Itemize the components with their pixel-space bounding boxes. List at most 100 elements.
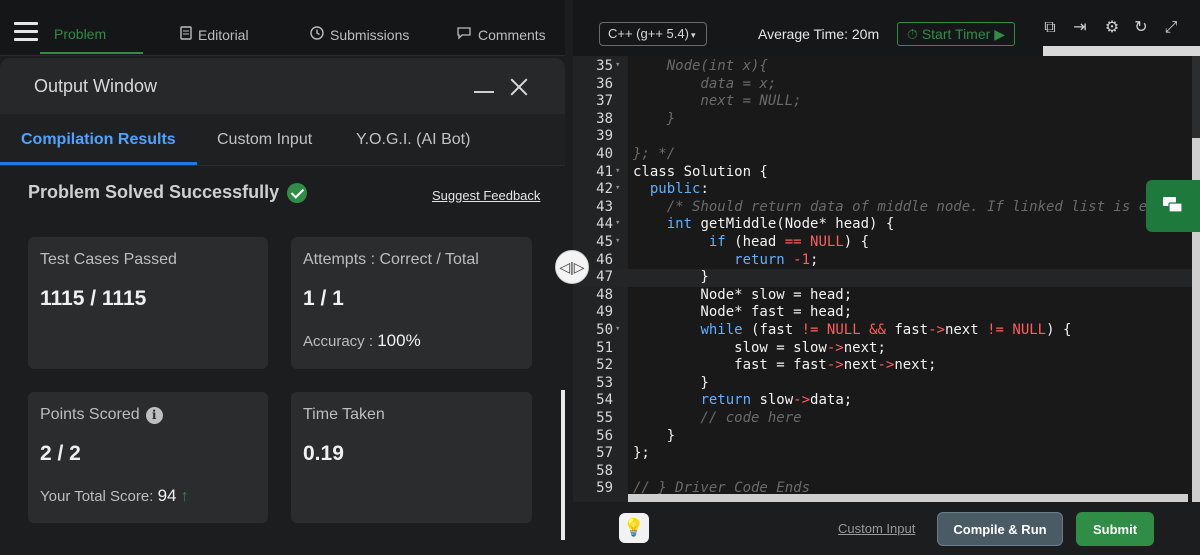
fold-arrow-icon[interactable]: ▾: [615, 218, 620, 228]
tab-problem[interactable]: Problem: [54, 26, 106, 42]
info-icon[interactable]: i: [145, 406, 163, 424]
points-label: Points Scored: [40, 406, 140, 423]
code-line[interactable]: 51 slow = slow->next;: [573, 340, 1200, 358]
document-icon: [180, 26, 192, 43]
code-line[interactable]: 55 // code here: [573, 410, 1200, 428]
start-timer-label: Start Timer: [921, 26, 991, 42]
code-line[interactable]: 43 /* Should return data of middle node.…: [573, 199, 1200, 217]
gear-icon[interactable]: ⚙: [1102, 18, 1122, 38]
points-value: 2 / 2: [40, 442, 81, 465]
export-icon[interactable]: ⇥: [1070, 18, 1090, 38]
code-text: /* Should return data of middle node. If…: [633, 198, 1148, 215]
line-number: 49: [596, 304, 613, 321]
code-line[interactable]: 56 }: [573, 428, 1200, 446]
line-number: 54: [596, 392, 613, 409]
code-text: next = NULL;: [633, 93, 802, 110]
code-text: fast = fast->next->next;: [633, 357, 937, 374]
problem-nav: Problem Editorial Submissions Comments: [0, 0, 565, 56]
tab-submissions[interactable]: Submissions: [310, 26, 409, 43]
language-select[interactable]: C++ (g++ 5.4) ▾: [599, 22, 707, 46]
code-line[interactable]: 58: [573, 463, 1200, 481]
code-text: Node(int x){: [633, 58, 768, 74]
custom-input-link[interactable]: Custom Input: [838, 521, 915, 536]
chevron-down-icon: ▾: [690, 30, 696, 40]
code-line[interactable]: 38 }: [573, 111, 1200, 129]
lightbulb-icon[interactable]: 💡: [619, 513, 649, 543]
code-line[interactable]: 50 ▾ while (fast != NULL && fast->next !=…: [573, 322, 1200, 340]
editor-vertical-scrollbar[interactable]: [1192, 56, 1200, 502]
line-number: 36: [596, 75, 613, 92]
total-score-label: Your Total Score:: [40, 488, 154, 505]
code-line[interactable]: 40}; */: [573, 146, 1200, 164]
start-timer-button[interactable]: ⏱ Start Timer ▶: [897, 22, 1015, 46]
fold-arrow-icon[interactable]: ▾: [615, 166, 620, 176]
accuracy-row: Accuracy : 100%: [303, 331, 421, 351]
fullscreen-icon[interactable]: ⤢: [1161, 18, 1181, 38]
editor-toolbar: C++ (g++ 5.4) ▾ Average Time: 20m ⏱ Start…: [573, 0, 1200, 56]
tab-comments[interactable]: Comments: [456, 26, 546, 43]
fold-arrow-icon[interactable]: ▾: [615, 236, 620, 246]
code-line[interactable]: 48 Node* slow = head;: [573, 287, 1200, 305]
code-line[interactable]: 36 data = x;: [573, 76, 1200, 94]
close-icon[interactable]: [506, 74, 532, 100]
app-root: Problem Editorial Submissions Comments O…: [0, 0, 1200, 555]
tab-custom-input[interactable]: Custom Input: [217, 131, 312, 149]
hamburger-menu-icon[interactable]: [14, 22, 38, 42]
tab-problem-label: Problem: [54, 26, 107, 42]
code-text: data = x;: [633, 75, 777, 92]
editor-horizontal-scrollbar[interactable]: [628, 494, 1188, 502]
code-line[interactable]: 52 fast = fast->next->next;: [573, 357, 1200, 375]
code-line[interactable]: 41 ▾ class Solution {: [573, 164, 1200, 182]
code-text: class Solution {: [633, 163, 768, 180]
toolbar-strip: [1043, 46, 1200, 56]
left-scrollbar[interactable]: [561, 390, 565, 540]
code-line[interactable]: 37 next = NULL;: [573, 93, 1200, 111]
success-heading: Problem Solved Successfully: [28, 182, 308, 203]
resize-handle-icon[interactable]: ◁|▷: [555, 250, 589, 284]
code-text: int getMiddle(Node* head) {: [666, 216, 895, 233]
compile-run-button[interactable]: Compile & Run: [937, 512, 1063, 546]
fold-arrow-icon[interactable]: ▾: [615, 60, 620, 70]
submit-button[interactable]: Submit: [1076, 512, 1154, 546]
average-time: Average Time: 20m: [758, 26, 880, 42]
check-circle-icon: [287, 182, 308, 203]
code-line[interactable]: 47 }: [573, 269, 1200, 287]
tab-compilation-results[interactable]: Compilation Results: [21, 131, 176, 149]
code-line[interactable]: 54 return slow->data;: [573, 392, 1200, 410]
reset-icon[interactable]: ↻: [1131, 18, 1151, 38]
output-tab-indicator: [0, 162, 197, 165]
code-line[interactable]: 57};: [573, 445, 1200, 463]
fold-arrow-icon[interactable]: ▾: [615, 183, 620, 193]
code-line[interactable]: 53 }: [573, 375, 1200, 393]
tab-yogi-ai-bot[interactable]: Y.O.G.I. (AI Bot): [356, 131, 470, 149]
fold-arrow-icon[interactable]: ▾: [615, 324, 620, 334]
editor-bottom-bar: 💡 Custom Input Compile & Run Submit: [573, 502, 1200, 555]
test-cases-label: Test Cases Passed: [40, 251, 177, 268]
code-line[interactable]: 42 ▾ public:: [573, 181, 1200, 199]
code-line[interactable]: 35 ▾ Node(int x){: [573, 58, 1200, 76]
code-text: if (head == NULL) {: [708, 234, 870, 250]
left-pane: Problem Editorial Submissions Comments O…: [0, 0, 565, 555]
code-text: slow = slow->next;: [633, 339, 886, 356]
active-tab-indicator: [40, 52, 143, 54]
line-number: 56: [596, 427, 613, 444]
points-card: Points Scored i 2 / 2 Your Total Score: …: [28, 392, 268, 523]
code-line[interactable]: 39: [573, 128, 1200, 146]
minimize-icon[interactable]: [474, 91, 494, 93]
suggest-feedback-link[interactable]: Suggest Feedback: [432, 188, 540, 203]
code-line[interactable]: 46 return -1;: [573, 252, 1200, 270]
output-window-header: Output Window: [0, 58, 565, 114]
attempts-value: 1 / 1: [303, 287, 344, 310]
chat-icon[interactable]: [1146, 180, 1200, 232]
tab-submissions-label: Submissions: [330, 26, 410, 43]
line-number: 39: [596, 128, 613, 145]
line-number: 42: [596, 181, 613, 198]
code-line[interactable]: 45 ▾ if (head == NULL) {: [573, 234, 1200, 252]
play-icon: ▶: [994, 25, 1006, 42]
line-number: 41: [596, 163, 613, 180]
tab-editorial[interactable]: Editorial: [180, 26, 249, 43]
copy-icon[interactable]: ⧉: [1040, 18, 1060, 38]
code-line[interactable]: 44 ▾ int getMiddle(Node* head) {: [573, 216, 1200, 234]
code-editor[interactable]: 35 ▾ Node(int x){36 data = x; 37 next = NU…: [573, 56, 1200, 502]
code-line[interactable]: 49 Node* fast = head;: [573, 304, 1200, 322]
